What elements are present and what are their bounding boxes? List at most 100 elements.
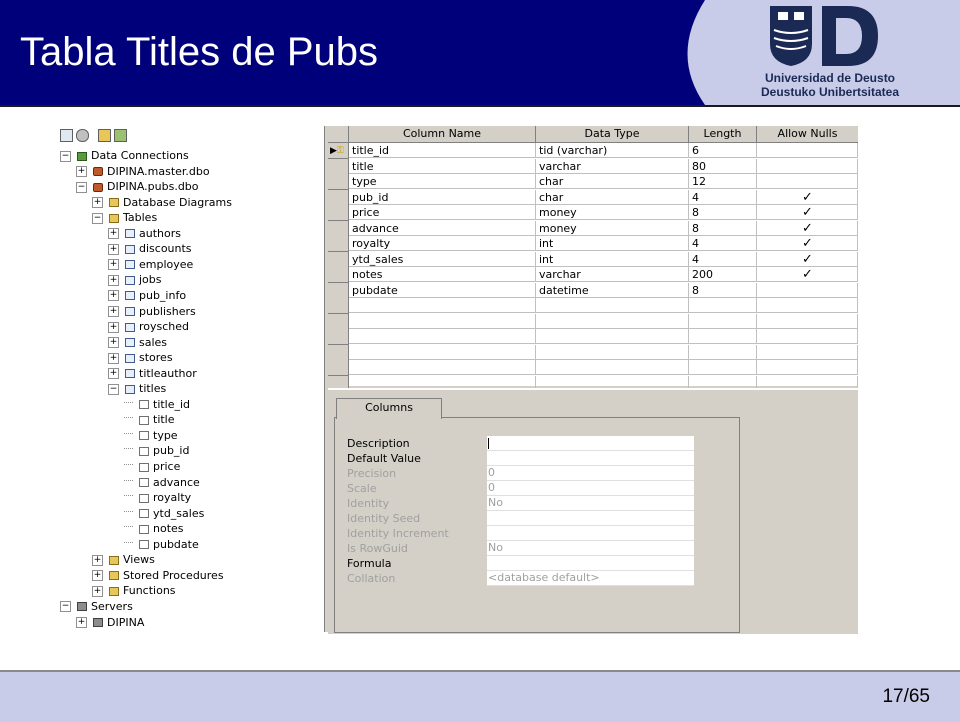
row-selector[interactable]: [328, 189, 349, 206]
tree-item[interactable]: + Database Diagrams: [92, 195, 232, 210]
cell-length[interactable]: 200: [689, 267, 757, 282]
cell-allow-nulls[interactable]: [757, 329, 858, 344]
cell-data-type[interactable]: char: [536, 174, 689, 189]
table-row[interactable]: [328, 298, 858, 314]
cell-column-name[interactable]: title_id: [349, 143, 536, 158]
cell-data-type[interactable]: int: [536, 251, 689, 267]
table-row[interactable]: advance money 8 ✓: [328, 220, 858, 237]
table-row[interactable]: ▶⚿ title_id tid (varchar) 6: [328, 143, 858, 159]
cell-data-type[interactable]: tid (varchar): [536, 143, 689, 158]
cell-column-name[interactable]: [349, 329, 536, 344]
cell-allow-nulls[interactable]: ✓: [757, 267, 858, 282]
expand-icon[interactable]: +: [108, 321, 119, 333]
tree-item[interactable]: + publishers: [108, 304, 196, 319]
table-row[interactable]: price money 8 ✓: [328, 205, 858, 221]
tree-item[interactable]: − DIPINA.pubs.dbo: [76, 179, 199, 194]
collapse-icon[interactable]: −: [92, 212, 103, 224]
expand-icon[interactable]: +: [108, 337, 119, 349]
row-selector[interactable]: [328, 344, 349, 361]
cell-length[interactable]: 6: [689, 143, 757, 158]
row-selector[interactable]: [328, 220, 349, 237]
tree-item[interactable]: notes: [124, 521, 184, 536]
tree-item[interactable]: title_id: [124, 397, 190, 412]
cell-column-name[interactable]: [349, 360, 536, 375]
tree-item[interactable]: + discounts: [108, 241, 192, 256]
cell-data-type[interactable]: [536, 313, 689, 329]
collapse-icon[interactable]: −: [108, 383, 119, 395]
row-selector[interactable]: [328, 251, 349, 268]
cell-column-name[interactable]: title: [349, 158, 536, 174]
cell-data-type[interactable]: money: [536, 220, 689, 236]
cell-data-type[interactable]: [536, 329, 689, 344]
tree-item[interactable]: + employee: [108, 257, 193, 272]
cell-data-type[interactable]: varchar: [536, 267, 689, 282]
header-column-name[interactable]: Column Name: [349, 126, 536, 142]
tree-item[interactable]: + roysched: [108, 319, 189, 334]
expand-icon[interactable]: +: [108, 259, 119, 271]
refresh-icon[interactable]: [60, 129, 73, 142]
tree-item[interactable]: + stores: [108, 350, 173, 365]
cell-allow-nulls[interactable]: [757, 360, 858, 375]
cell-allow-nulls[interactable]: [757, 158, 858, 174]
cell-length[interactable]: [689, 313, 757, 329]
row-selector[interactable]: [328, 360, 349, 376]
collapse-icon[interactable]: −: [76, 181, 87, 193]
cell-length[interactable]: 4: [689, 251, 757, 267]
row-selector[interactable]: [328, 313, 349, 330]
cell-length[interactable]: 4: [689, 236, 757, 251]
table-row[interactable]: ytd_sales int 4 ✓: [328, 251, 858, 268]
expand-icon[interactable]: +: [108, 352, 119, 364]
tree-item[interactable]: + Functions: [92, 583, 176, 598]
tree-item[interactable]: − Tables: [92, 210, 157, 225]
cell-column-name[interactable]: type: [349, 174, 536, 189]
cell-allow-nulls[interactable]: [757, 174, 858, 189]
cell-allow-nulls[interactable]: ✓: [757, 205, 858, 220]
row-selector[interactable]: [328, 267, 349, 283]
cell-length[interactable]: [689, 344, 757, 360]
collapse-icon[interactable]: −: [60, 601, 71, 613]
row-selector[interactable]: [328, 298, 349, 314]
tree-item[interactable]: + jobs: [108, 272, 162, 287]
row-selector[interactable]: [328, 236, 349, 252]
cell-data-type[interactable]: char: [536, 189, 689, 205]
cell-allow-nulls[interactable]: ✓: [757, 251, 858, 267]
cell-allow-nulls[interactable]: [757, 298, 858, 313]
expand-icon[interactable]: +: [92, 570, 103, 582]
cell-column-name[interactable]: notes: [349, 267, 536, 282]
expand-icon[interactable]: +: [92, 585, 103, 597]
table-row[interactable]: title varchar 80: [328, 158, 858, 175]
property-value-field[interactable]: [487, 556, 694, 571]
table-row[interactable]: notes varchar 200 ✓: [328, 267, 858, 283]
cell-column-name[interactable]: [349, 344, 536, 360]
cell-length[interactable]: 12: [689, 174, 757, 189]
tree-item[interactable]: pubdate: [124, 537, 199, 552]
tree-item[interactable]: + Stored Procedures: [92, 568, 224, 583]
expand-icon[interactable]: +: [108, 228, 119, 240]
cell-allow-nulls[interactable]: [757, 282, 858, 298]
cell-length[interactable]: [689, 298, 757, 313]
tree-item[interactable]: + titleauthor: [108, 366, 197, 381]
tree-item[interactable]: + Views: [92, 552, 155, 567]
tree-item[interactable]: − Servers: [60, 599, 133, 614]
cell-allow-nulls[interactable]: ✓: [757, 189, 858, 205]
expand-icon[interactable]: +: [108, 274, 119, 286]
cell-column-name[interactable]: pubdate: [349, 282, 536, 298]
expand-icon[interactable]: +: [108, 243, 119, 255]
expand-icon[interactable]: +: [92, 197, 103, 209]
property-value-field[interactable]: [487, 436, 694, 451]
tree-item[interactable]: title: [124, 412, 175, 427]
cell-column-name[interactable]: [349, 313, 536, 329]
expand-icon[interactable]: +: [108, 290, 119, 302]
primary-key-icon[interactable]: ▶⚿: [328, 143, 349, 159]
row-selector[interactable]: [328, 205, 349, 221]
cell-data-type[interactable]: money: [536, 205, 689, 220]
tree-item[interactable]: advance: [124, 475, 200, 490]
tree-item[interactable]: + sales: [108, 335, 167, 350]
row-selector[interactable]: [328, 174, 349, 190]
cell-data-type[interactable]: varchar: [536, 158, 689, 174]
property-value-field[interactable]: [487, 451, 694, 466]
tree-item[interactable]: + DIPINA: [76, 615, 144, 630]
cell-column-name[interactable]: pub_id: [349, 189, 536, 205]
expand-icon[interactable]: +: [92, 554, 103, 566]
stop-icon[interactable]: [76, 129, 89, 142]
